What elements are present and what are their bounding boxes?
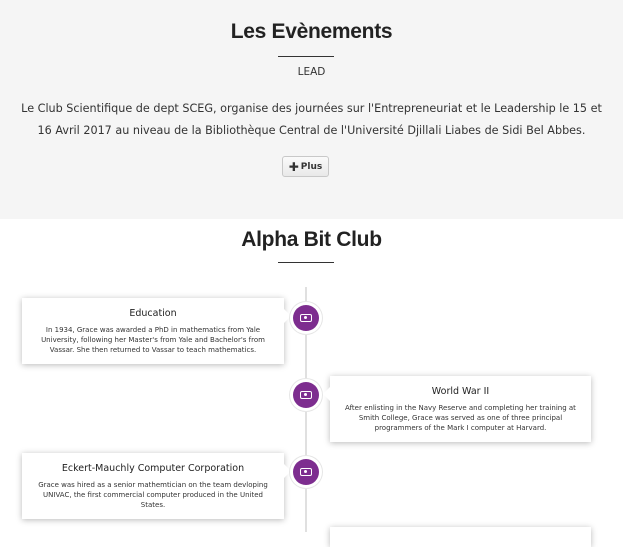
- timeline-card-text: After enlisting in the Navy Reserve and …: [345, 404, 576, 432]
- timeline-card-eckert-mauchly: Eckert-Mauchly Computer Corporation Grac…: [22, 453, 291, 519]
- timeline-marker: [293, 305, 319, 331]
- more-button[interactable]: ✚ Plus: [282, 156, 329, 177]
- timeline-card-partial: [330, 527, 591, 547]
- card-icon: [300, 468, 312, 476]
- timeline-card-title: Education: [129, 308, 177, 319]
- card-icon: [300, 391, 312, 399]
- timeline-card-title: World War II: [431, 386, 490, 397]
- events-title: Les Evènements: [230, 20, 393, 43]
- club-title: Alpha Bit Club: [241, 228, 382, 251]
- more-button-label: Plus: [300, 161, 323, 172]
- timeline-card-education: Education In 1934, Grace was awarded a P…: [22, 298, 291, 364]
- events-title-divider: [278, 56, 334, 57]
- timeline-marker: [293, 459, 319, 485]
- club-title-divider: [278, 262, 334, 263]
- timeline-card-text: Grace was hired as a senior mathemtician…: [38, 481, 268, 509]
- plus-icon: ✚: [288, 159, 299, 174]
- card-icon: [300, 314, 312, 322]
- event-name: LEAD: [297, 66, 326, 78]
- event-description: Le Club Scientifique de dept SCEG, organ…: [21, 102, 602, 137]
- timeline-card-text: In 1934, Grace was awarded a PhD in math…: [41, 326, 265, 354]
- timeline-card-world-war-ii: World War II After enlisting in the Navy…: [323, 376, 591, 442]
- events-section: Les Evènements LEAD Le Club Scientifique…: [0, 0, 623, 219]
- timeline-marker: [293, 382, 319, 408]
- timeline-card-title: Eckert-Mauchly Computer Corporation: [61, 463, 245, 474]
